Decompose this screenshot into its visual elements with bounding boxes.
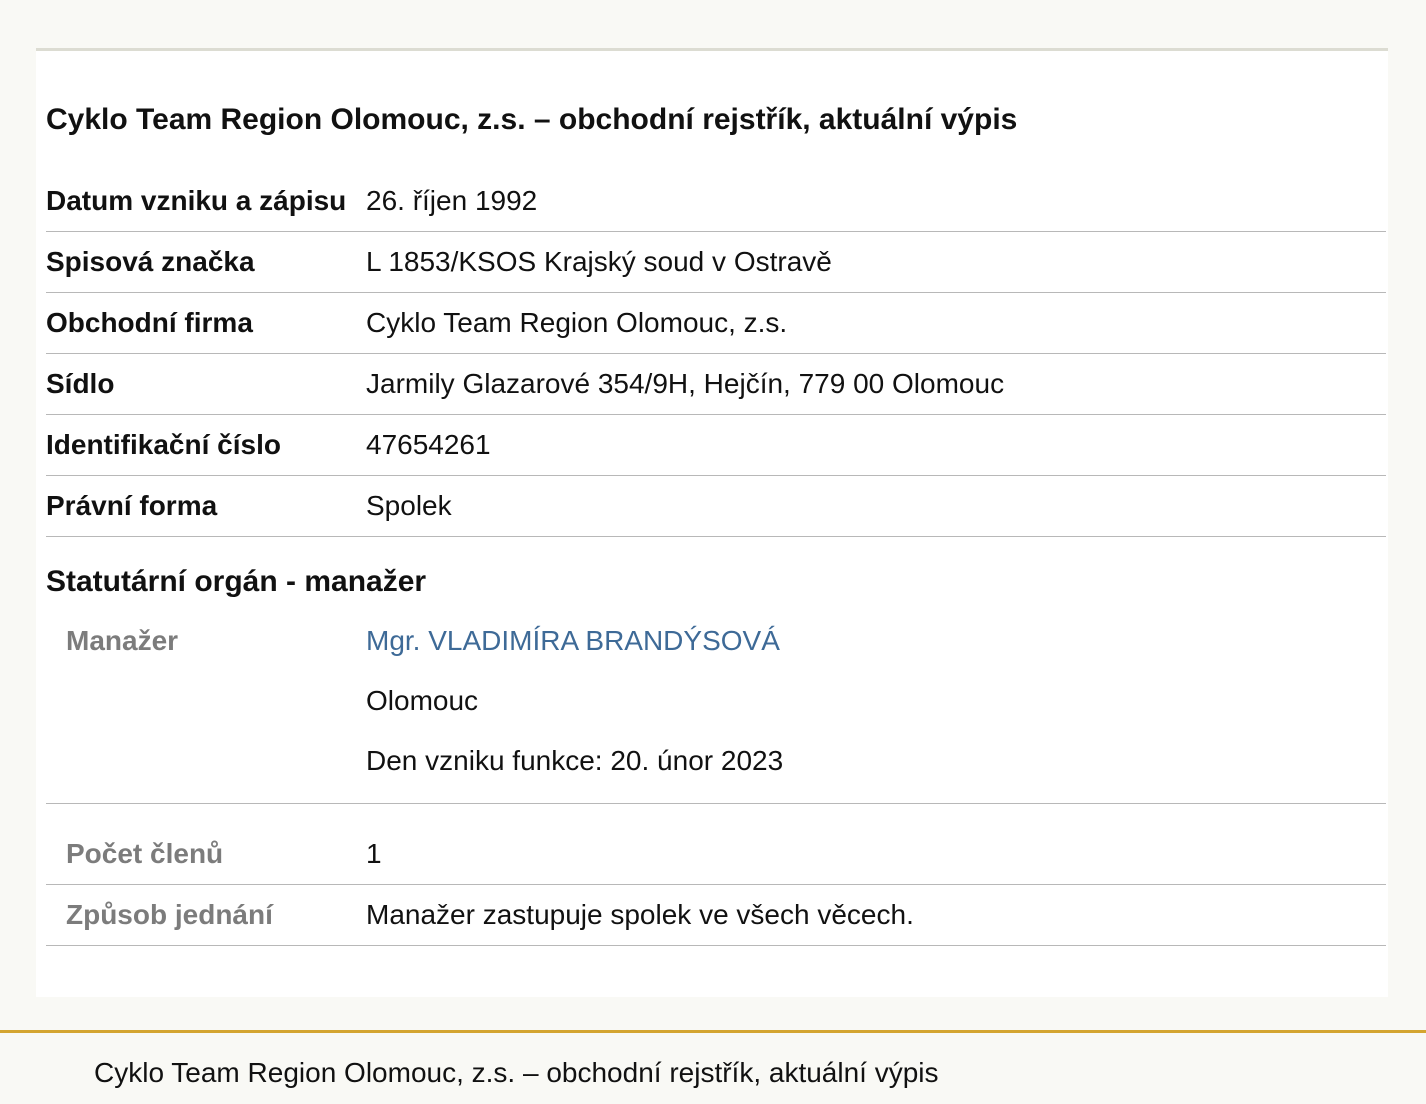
manager-details: Mgr. VLADIMÍRA BRANDÝSOVÁ Olomouc Den vz…	[366, 611, 1386, 791]
row-label: Datum vzniku a zápisu	[46, 185, 347, 216]
row-file-number: Spisová značka L 1853/KSOS Krajský soud …	[46, 232, 1386, 293]
row-value: L 1853/KSOS Krajský soud v Ostravě	[366, 246, 832, 277]
row-legal-form: Právní forma Spolek	[46, 476, 1386, 537]
row-acting-method: Způsob jednání Manažer zastupuje spolek …	[46, 885, 1386, 946]
row-business-name: Obchodní firma Cyklo Team Region Olomouc…	[46, 293, 1386, 354]
manager-function-start: Den vzniku funkce: 20. únor 2023	[366, 745, 784, 776]
manager-city: Olomouc	[366, 685, 479, 716]
row-date-of-incorporation: Datum vzniku a zápisu 26. říjen 1992	[46, 171, 1386, 232]
row-value: Cyklo Team Region Olomouc, z.s.	[366, 307, 788, 338]
member-count-label: Počet členů	[66, 838, 224, 869]
manager-label: Manažer	[66, 625, 179, 656]
row-label: Právní forma	[46, 490, 218, 521]
statutory-body-heading: Statutární orgán - manažer	[46, 565, 427, 598]
page-title: Cyklo Team Region Olomouc, z.s. – obchod…	[46, 103, 1018, 136]
registry-details-table: Datum vzniku a zápisu 26. říjen 1992 Spi…	[46, 171, 1386, 946]
member-count-value: 1	[366, 838, 382, 869]
manager-name-link[interactable]: Mgr. VLADIMÍRA BRANDÝSOVÁ	[366, 625, 780, 656]
row-manager: Manažer Mgr. VLADIMÍRA BRANDÝSOVÁ Olomou…	[46, 611, 1386, 804]
row-label: Obchodní firma	[46, 307, 253, 338]
row-company-id: Identifikační číslo 47654261	[46, 415, 1386, 476]
row-registered-office: Sídlo Jarmily Glazarové 354/9H, Hejčín, …	[46, 354, 1386, 415]
acting-method-label: Způsob jednání	[66, 899, 273, 930]
row-label: Identifikační číslo	[46, 429, 281, 460]
row-value: 26. říjen 1992	[366, 185, 538, 216]
row-member-count: Počet členů 1	[46, 804, 1386, 885]
registry-extract-panel: Cyklo Team Region Olomouc, z.s. – obchod…	[36, 48, 1388, 997]
row-label: Spisová značka	[46, 246, 255, 277]
row-value: 47654261	[366, 429, 491, 460]
acting-method-value: Manažer zastupuje spolek ve všech věcech…	[366, 899, 914, 930]
row-label: Sídlo	[46, 368, 115, 399]
row-value: Jarmily Glazarové 354/9H, Hejčín, 779 00…	[366, 368, 1005, 399]
row-value: Spolek	[366, 490, 452, 521]
page-footer: Cyklo Team Region Olomouc, z.s. – obchod…	[0, 1030, 1426, 1104]
footer-text: Cyklo Team Region Olomouc, z.s. – obchod…	[94, 1057, 939, 1088]
